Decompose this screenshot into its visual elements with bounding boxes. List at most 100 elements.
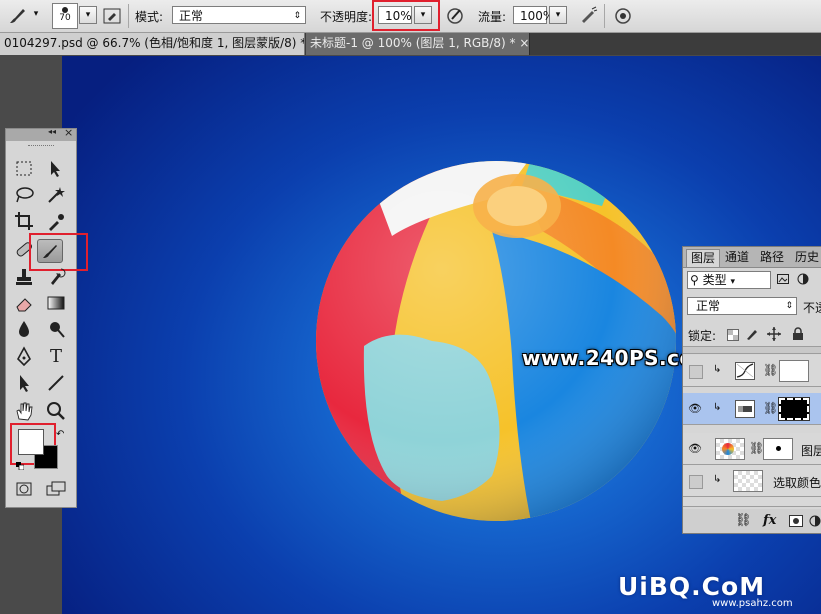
collapse-icon[interactable]: ◂◂ [48, 127, 56, 136]
clip-arrow-icon: ↳ [713, 364, 722, 375]
layers-panel-footer: ⛓ fx [683, 509, 821, 533]
adjustment-layer-icon[interactable] [809, 515, 821, 527]
opacity-input[interactable]: 10% [378, 6, 412, 24]
layer-thumbnail[interactable] [715, 438, 745, 460]
updown-chevron-icon: ⇕ [785, 301, 793, 311]
lock-transparent-icon[interactable] [727, 329, 739, 341]
history-brush-tool-icon[interactable] [43, 265, 69, 289]
visibility-toggle[interactable] [689, 475, 703, 489]
tool-preset-chevron-down-icon[interactable]: ▾ [30, 6, 42, 24]
clip-arrow-icon: ↳ [713, 402, 722, 413]
chain-link-icon[interactable]: ⛓ [749, 441, 764, 455]
brush-preset-chevron-down-icon[interactable]: ▾ [79, 6, 97, 24]
lock-position-icon[interactable] [767, 327, 781, 341]
brush-panel-toggle-icon[interactable] [101, 5, 123, 27]
tab-paths[interactable]: 路径 [756, 249, 788, 267]
eraser-tool-icon[interactable] [11, 291, 37, 315]
layer-mask-thumbnail[interactable] [779, 360, 809, 382]
layer-blend-mode-value: 正常 [696, 299, 721, 313]
lasso-tool-icon[interactable] [11, 183, 37, 207]
type-tool-icon[interactable]: T [43, 345, 69, 369]
tools-panel: ◂◂ × T ↶ [5, 126, 88, 508]
layer-filter-select[interactable]: ⚲ 类型 ▾ [687, 271, 771, 289]
lock-pixels-icon[interactable] [745, 327, 759, 341]
updown-chevron-icon: ⇕ [293, 11, 301, 21]
hand-tool-icon[interactable] [11, 399, 37, 423]
layer-name: 选取颜色 [773, 476, 821, 490]
layer-row[interactable]: ↳ 选取颜色 [683, 465, 821, 497]
layer-blend-mode-select[interactable]: 正常 ⇕ [687, 297, 797, 315]
layer-row[interactable]: ↳ ⛓ [683, 355, 821, 387]
divider [604, 4, 605, 28]
opacity-label: 不透明度: [320, 10, 373, 24]
mask-dot [775, 446, 781, 451]
search-icon: ⚲ [690, 273, 699, 287]
link-icon[interactable]: ⛓ [735, 513, 752, 528]
brand-watermark: UiBQ.CoM [618, 572, 766, 601]
options-bar: ▾ 70 ▾ 模式: 正常 ⇕ 不透明度: 10% ▾ 流量: 100% ▾ [0, 0, 821, 33]
mask-icon[interactable] [789, 515, 803, 527]
tab-history[interactable]: 历史 [791, 249, 821, 267]
crop-tool-icon[interactable] [11, 209, 37, 233]
pen-tool-icon[interactable] [11, 345, 37, 369]
lock-label: 锁定: [688, 329, 717, 343]
hue-saturation-adjustment-icon [735, 400, 755, 418]
tab-channels[interactable]: 通道 [721, 249, 753, 267]
blend-mode-select[interactable]: 正常 ⇕ [172, 6, 306, 24]
eye-icon[interactable]: 👁 [687, 401, 703, 417]
chain-link-icon[interactable]: ⛓ [763, 401, 778, 415]
eyedropper-tool-icon[interactable] [43, 209, 69, 233]
airbrush-icon[interactable] [577, 5, 599, 27]
brand-sub-watermark: www.psahz.com [712, 598, 793, 609]
layer-mask-thumbnail[interactable] [763, 438, 793, 460]
blur-tool-icon[interactable] [11, 317, 37, 341]
flow-input[interactable]: 100% [513, 6, 554, 24]
pressure-size-icon[interactable] [612, 5, 634, 27]
brush-tool-button[interactable] [37, 239, 63, 263]
pressure-opacity-icon[interactable] [444, 5, 466, 27]
layer-row-partial[interactable] [683, 497, 821, 507]
brush-tool-icon[interactable] [6, 5, 28, 27]
clone-stamp-tool-icon[interactable] [11, 265, 37, 289]
layer-row-partial[interactable] [683, 346, 821, 354]
swap-colors-icon[interactable]: ↶ [56, 429, 64, 440]
layer-row-selected[interactable]: 👁 ↳ ⛓ [683, 393, 821, 425]
fx-icon[interactable]: fx [763, 513, 776, 528]
visibility-toggle[interactable] [689, 365, 703, 379]
curves-adjustment-icon [735, 362, 755, 380]
path-selection-tool-icon[interactable] [11, 371, 37, 395]
eye-icon[interactable]: 👁 [687, 441, 703, 457]
tab-document-2[interactable]: 未标题-1 @ 100% (图层 1, RGB/8) * × [306, 33, 530, 55]
marquee-tool-icon[interactable] [11, 157, 37, 181]
clip-arrow-icon: ↳ [713, 474, 722, 485]
dodge-tool-icon[interactable] [43, 317, 69, 341]
line-tool-icon[interactable] [43, 371, 69, 395]
ball-thumbnail-image [722, 443, 734, 455]
move-tool-icon[interactable] [43, 157, 69, 181]
tab-document-1[interactable]: 0104297.psd @ 66.7% (色相/饱和度 1, 图层蒙版/8) *… [0, 33, 305, 55]
tab-layers[interactable]: 图层 [686, 249, 721, 267]
magic-wand-tool-icon[interactable] [43, 183, 69, 207]
brush-size-value: 70 [59, 13, 71, 23]
quick-mask-icon[interactable] [11, 477, 37, 501]
close-icon[interactable]: × [64, 126, 73, 139]
brush-preset-picker[interactable]: 70 [52, 3, 78, 29]
default-colors-icon[interactable] [16, 459, 25, 471]
layer-thumbnail[interactable] [733, 470, 763, 492]
layer-filter-value: 类型 [702, 273, 727, 287]
lock-all-icon[interactable] [791, 327, 805, 341]
gradient-tool-icon[interactable] [43, 291, 69, 315]
opacity-chevron-down-icon[interactable]: ▾ [414, 6, 432, 24]
layers-panel: 图层 通道 路径 历史 ⚲ 类型 ▾ 正常 ⇕ 不透 锁定: ↳ ⛓ 👁 ↳ ⛓… [682, 246, 821, 534]
flow-chevron-down-icon[interactable]: ▾ [549, 6, 567, 24]
foreground-color-swatch[interactable] [18, 429, 44, 455]
zoom-tool-icon[interactable] [43, 399, 69, 423]
document-tab-bar: 0104297.psd @ 66.7% (色相/饱和度 1, 图层蒙版/8) *… [0, 33, 821, 55]
screen-mode-icon[interactable] [43, 477, 69, 501]
chain-link-icon[interactable]: ⛓ [763, 363, 778, 377]
divider [128, 4, 129, 28]
layer-row[interactable]: 👁 ⛓ 图层 [683, 433, 821, 465]
filter-adjustment-icon[interactable] [797, 273, 809, 285]
layer-mask-thumbnail[interactable] [778, 397, 810, 421]
filter-image-icon[interactable] [777, 273, 789, 285]
